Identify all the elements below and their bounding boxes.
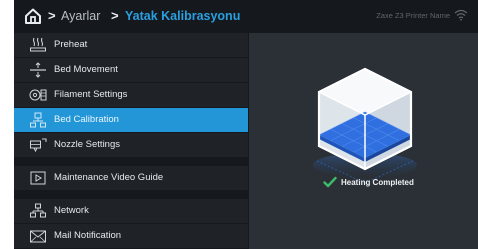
breadcrumb-separator: >	[48, 8, 56, 23]
wifi-icon	[454, 9, 468, 21]
print-volume-cube-illustration	[313, 67, 417, 184]
menu-item-network[interactable]: Network	[14, 199, 248, 223]
home-icon[interactable]	[24, 7, 42, 25]
video-icon	[30, 171, 46, 185]
breadcrumb-current: Yatak Kalibrasyonu	[125, 9, 241, 23]
printer-screen: > Ayarlar > Yatak Kalibrasyonu Zaxe Z3 P…	[14, 0, 478, 249]
mail-icon	[30, 230, 46, 243]
menu-item-label: Mail Notification	[54, 230, 122, 241]
menu-item-label: Preheat	[54, 39, 88, 50]
menu-item-nozzle-settings[interactable]: Nozzle Settings	[14, 133, 248, 157]
menu-item-bed-movement[interactable]: Bed Movement	[14, 58, 248, 82]
printer-name: Zaxe Z3 Printer Name	[376, 11, 450, 20]
check-icon	[323, 176, 337, 188]
menu-item-label: Bed Movement	[54, 64, 118, 75]
bed-calibration-icon	[30, 112, 46, 128]
preheat-icon	[30, 37, 46, 52]
menu-item-bed-calibration[interactable]: Bed Calibration	[14, 108, 248, 132]
header-bar: > Ayarlar > Yatak Kalibrasyonu Zaxe Z3 P…	[14, 0, 478, 32]
menu-item-filament-settings[interactable]: Filament Settings	[14, 83, 248, 107]
menu-item-label: Nozzle Settings	[54, 139, 121, 150]
menu-item-label: Network	[54, 205, 89, 216]
menu-item-mail-notification[interactable]: Mail Notification	[14, 224, 248, 248]
breadcrumb-parent[interactable]: Ayarlar	[61, 9, 100, 23]
menu-item-maintenance-video-guide[interactable]: Maintenance Video Guide	[14, 166, 248, 190]
menu-item-label: Maintenance Video Guide	[54, 172, 164, 183]
menu-item-label: Filament Settings	[54, 89, 128, 100]
bed-movement-icon	[30, 62, 46, 78]
calibration-panel: Heating Completed	[249, 33, 478, 249]
status-text: Heating Completed	[341, 178, 414, 187]
breadcrumb-separator: >	[111, 8, 119, 23]
network-icon	[30, 203, 46, 218]
menu-item-label: Bed Calibration	[54, 114, 119, 125]
menu-item-preheat[interactable]: Preheat	[14, 33, 248, 57]
filament-icon	[29, 89, 47, 101]
nozzle-icon	[30, 138, 47, 153]
